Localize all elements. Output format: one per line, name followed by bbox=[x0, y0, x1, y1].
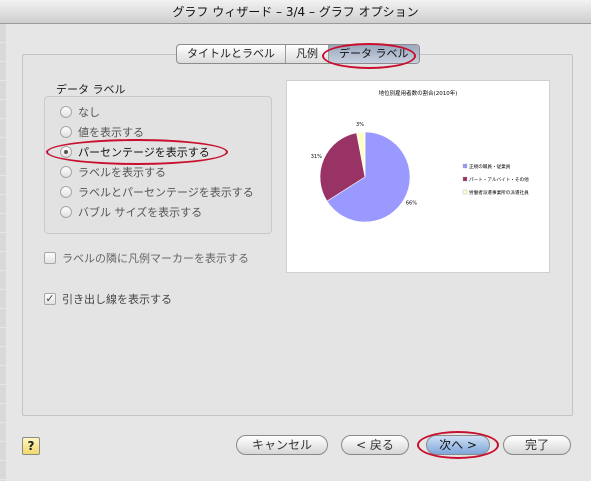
legend-entry: 労働者派遣事業所の派遣社員 bbox=[469, 189, 529, 196]
data-label: 66% bbox=[406, 201, 417, 207]
radio-button[interactable] bbox=[60, 166, 72, 178]
tab-bar: タイトルとラベル 凡例 データ ラベル bbox=[176, 44, 420, 64]
window-title-bar: グラフ ウィザード – 3/4 – グラフ オプション bbox=[0, 0, 591, 24]
radio-button-selected[interactable] bbox=[60, 146, 72, 158]
data-label: 31% bbox=[311, 154, 322, 160]
radio-label: 値を表示する bbox=[78, 126, 144, 139]
tab-data-labels[interactable]: データ ラベル bbox=[329, 45, 419, 63]
legend-key-label: ラベルの隣に凡例マーカーを表示する bbox=[62, 252, 249, 265]
radio-show-label-and-percent[interactable]: ラベルとパーセンテージを表示する bbox=[60, 184, 254, 200]
leader-lines-checkbox-row[interactable]: ✓ 引き出し線を表示する bbox=[44, 291, 172, 307]
radio-label: ラベルを表示する bbox=[78, 166, 166, 179]
back-button[interactable]: < 戻る bbox=[341, 435, 409, 455]
chart-title: 地位別雇用者数の割合(2010年) bbox=[379, 89, 458, 97]
legend-key-checkbox-row[interactable]: ラベルの隣に凡例マーカーを表示する bbox=[44, 250, 249, 266]
radio-button[interactable] bbox=[60, 106, 72, 118]
background-stripes bbox=[0, 24, 6, 481]
next-button[interactable]: 次へ > bbox=[426, 435, 490, 455]
radio-button[interactable] bbox=[60, 206, 72, 218]
data-label: 3% bbox=[356, 122, 364, 128]
radio-label: パーセンテージを表示する bbox=[78, 146, 210, 159]
data-labels-group-title: データ ラベル bbox=[56, 83, 126, 96]
legend-swatch bbox=[462, 176, 468, 182]
radio-show-value[interactable]: 値を表示する bbox=[60, 124, 144, 140]
legend-entry: パート・アルバイト・その他 bbox=[469, 176, 529, 183]
leader-lines-checkbox[interactable]: ✓ bbox=[44, 293, 56, 305]
radio-show-percent[interactable]: パーセンテージを表示する bbox=[60, 144, 210, 160]
chart-preview: 地位別雇用者数の割合(2010年) 66% 31% 3% 正規の職員・従業員パート・… bbox=[286, 80, 550, 273]
leader-lines-label: 引き出し線を表示する bbox=[62, 293, 172, 306]
radio-none[interactable]: なし bbox=[60, 104, 100, 120]
radio-button[interactable] bbox=[60, 126, 72, 138]
help-button[interactable]: ? bbox=[22, 437, 40, 455]
radio-show-label[interactable]: ラベルを表示する bbox=[60, 164, 166, 180]
cancel-button[interactable]: キャンセル bbox=[236, 435, 328, 455]
radio-label: なし bbox=[78, 106, 100, 119]
tab-titles-labels[interactable]: タイトルとラベル bbox=[177, 45, 286, 63]
legend-swatch bbox=[462, 163, 468, 169]
legend-key-checkbox[interactable] bbox=[44, 252, 56, 264]
legend-swatch bbox=[462, 189, 468, 195]
radio-label: バブル サイズを表示する bbox=[78, 206, 203, 219]
radio-label: ラベルとパーセンテージを表示する bbox=[78, 186, 254, 199]
radio-button[interactable] bbox=[60, 186, 72, 198]
legend-entry: 正規の職員・従業員 bbox=[469, 163, 511, 170]
window-title: グラフ ウィザード – 3/4 – グラフ オプション bbox=[172, 5, 419, 19]
pie-chart: 地位別雇用者数の割合(2010年) 66% 31% 3% 正規の職員・従業員パート・… bbox=[311, 89, 529, 223]
radio-show-bubble-size[interactable]: バブル サイズを表示する bbox=[60, 204, 202, 220]
tab-legend[interactable]: 凡例 bbox=[286, 45, 329, 63]
finish-button[interactable]: 完了 bbox=[503, 435, 571, 455]
